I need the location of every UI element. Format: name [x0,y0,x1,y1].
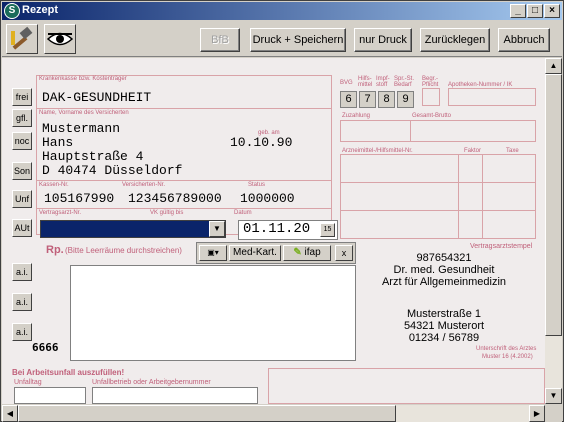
doctor-name: Dr. med. Gesundheit [393,264,495,276]
marker-7-button[interactable]: 7 [359,91,376,108]
unfalltag-label: Unfalltag [14,379,42,386]
bvg-label: BVG [340,80,353,86]
vertragsarzt-label: Vertragsarzt-Nr. [39,210,82,216]
apotheke-box [448,88,536,106]
scroll-left-icon[interactable]: ◀ [2,405,18,422]
kassennr-label: Kassen-Nr. [39,182,69,188]
ifap-button[interactable]: ✎ ifap [283,245,331,261]
close-button[interactable]: × [544,4,560,18]
frei-button[interactable]: frei [12,88,32,106]
prescription-form: frei gfl. noc Son Unf AUt a.i. a.i. a.i.… [2,58,545,404]
unterschrift-label: Unterschrift des Arztes [476,346,537,352]
versnr-label: Versicherten-Nr. [122,182,166,188]
window-title: Rezept [22,4,59,16]
scroll-right-icon[interactable]: ▶ [529,405,545,422]
impfstoff-label: Impf- stoff [376,76,390,88]
ai-button-3[interactable]: a.i. [12,323,32,341]
gesamt-brutto-label: Gesamt-Brutto [412,113,452,119]
toolbar: BfB Druck + Speichern nur Druck Zurückle… [2,21,562,57]
scroll-down-icon[interactable]: ▼ [545,388,562,404]
vertical-scroll-thumb[interactable] [545,74,562,336]
sprst-label: Spr.-St. Bedarf [394,76,415,88]
patient-city: D 40474 Düsseldorf [42,163,183,178]
name-label: Name, Vorname des Versicherten [39,110,129,116]
marker-8-button[interactable]: 8 [378,91,395,108]
med-kart-button[interactable]: Med-Kart. [229,245,281,261]
print-save-button[interactable]: Druck + Speichern [250,28,346,52]
cancel-button[interactable]: Abbruch [498,28,550,52]
medication-icon[interactable]: ▣▾ [199,245,227,261]
print-only-button[interactable]: nur Druck [354,28,412,52]
ifap-icon: ✎ [293,247,302,258]
patient-street: Hauptstraße 4 [42,149,144,164]
signature-box [268,368,545,404]
ai-button-1[interactable]: a.i. [12,263,32,281]
zuzahlung-box [340,120,536,142]
muster-label: Muster 16 (4.2002) [482,354,533,360]
prescription-window: S Rezept _ □ × BfB Druck + Speichern nur… [0,0,564,422]
date-value: 01.11.20 [243,221,311,237]
ifap-label: ifap [304,247,321,258]
defer-button[interactable]: Zurücklegen [420,28,490,52]
begr-box [422,88,440,106]
doctor-phone: 01234 / 56789 [408,332,480,344]
doctor-city: 54321 Musterort [403,320,485,332]
kasse-value: DAK-GESUNDHEIT [42,90,152,105]
aut-button[interactable]: AUt [12,219,32,237]
maximize-button[interactable]: □ [527,4,543,18]
begr-label: Begr.- Pflicht [422,76,439,88]
versnr-value: 123456789000 [128,191,222,206]
status-value: 1000000 [240,191,295,206]
rp-hint: (Bitte Leerräume durchstreichen) [65,246,182,255]
arzneimittel-grid [340,154,536,239]
unfalltag-input[interactable] [14,387,86,404]
status-label: Status [248,182,266,188]
patient-surname: Mustermann [42,121,121,136]
unfallbetrieb-label: Unfallbetrieb oder Arbeitgebernummer [92,379,211,386]
horizontal-scroll-thumb[interactable] [18,405,396,422]
kasse-label: Krankenkasse bzw. Kostenträger [39,76,127,82]
horizontal-scrollbar[interactable]: ◀ ▶ [2,405,545,422]
doctor-street: Musterstraße 1 [407,308,481,320]
date-field[interactable]: 01.11.20 15 [238,220,338,240]
datum-label: Datum [234,210,252,216]
marker-9-button[interactable]: 9 [397,91,414,108]
ai-button-2[interactable]: a.i. [12,293,32,311]
scroll-corner [545,405,562,422]
bbbb-marker: 6666 [32,341,59,354]
eye-icon[interactable] [44,24,76,54]
stempel-label: Vertragsarztstempel [470,243,533,250]
zuzahlung-label: Zuzahlung [342,113,371,119]
doctor-specialty: Arzt für Allgemeinmedizin [381,276,507,288]
unfallbetrieb-input[interactable] [92,387,258,404]
rp-textarea[interactable] [70,265,356,361]
hilfsmittel-label: Hilfs- mittel [358,76,373,88]
doctor-select[interactable]: ▼ [40,220,226,238]
app-icon: S [4,3,20,19]
title-bar: S Rezept _ □ × [2,2,562,20]
patient-birthdate: 10.10.90 [230,135,293,150]
scroll-up-icon[interactable]: ▲ [545,58,562,74]
calendar-icon[interactable]: 15 [320,223,335,237]
bfb-button[interactable]: BfB [200,28,240,52]
hammer-icon[interactable] [6,24,38,54]
son-button[interactable]: Son [12,162,32,180]
doctor-id: 987654321 [416,252,472,264]
unf-button[interactable]: Unf [12,190,32,208]
kassennr-value: 105167990 [44,191,115,206]
vk-label: VK gültig bis [150,210,184,216]
rp-toolbar: ▣▾ Med-Kart. ✎ ifap x [196,242,356,264]
rp-label: Rp. [46,244,64,256]
gfl-button[interactable]: gfl. [12,109,32,127]
noc-button[interactable]: noc [12,132,32,150]
dropdown-arrow-icon[interactable]: ▼ [209,221,225,237]
arbeitsunfall-label: Bei Arbeitsunfall auszufüllen! [12,368,125,377]
vertical-scrollbar[interactable]: ▲ ▼ [545,58,562,404]
marker-6-button[interactable]: 6 [340,91,357,108]
minimize-button[interactable]: _ [510,4,526,18]
patient-firstname: Hans [42,135,74,150]
